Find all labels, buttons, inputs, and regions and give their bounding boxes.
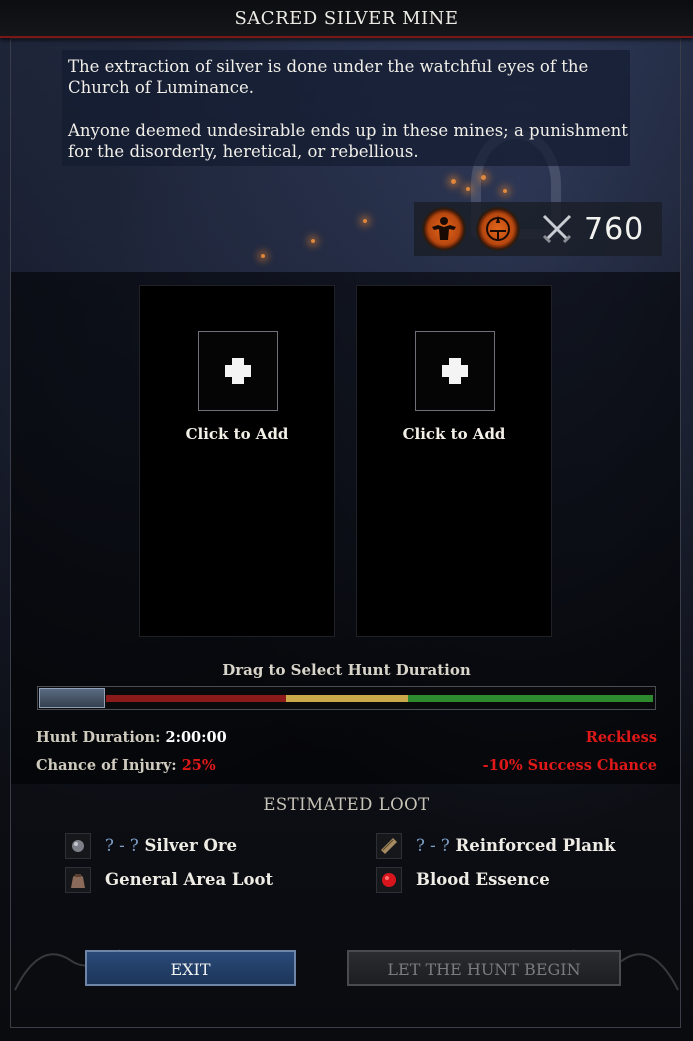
crossed-swords-icon — [538, 210, 576, 248]
description-paragraph-1: The extraction of silver is done under t… — [68, 57, 589, 97]
window-title: SACRED SILVER MINE — [234, 8, 459, 29]
sun-emblem-icon — [478, 209, 518, 249]
slot-label: Click to Add — [402, 425, 506, 443]
loot-quantity: ? - ? — [105, 836, 139, 855]
strength-figure-icon — [424, 209, 464, 249]
title-bar: SACRED SILVER MINE — [0, 0, 693, 38]
servant-slot-1[interactable]: Click to Add — [139, 285, 335, 637]
slider-segment-moderate — [286, 695, 408, 702]
location-description: The extraction of silver is done under t… — [62, 50, 630, 166]
blood-essence-icon — [376, 867, 402, 893]
plus-icon — [442, 358, 468, 384]
loot-bag-icon — [65, 867, 91, 893]
risk-level: Reckless — [585, 729, 657, 746]
hunt-duration-value: 2:00:00 — [165, 729, 227, 746]
slider-segment-reckless — [106, 695, 286, 702]
power-requirement: 760 — [414, 202, 662, 256]
exit-button[interactable]: EXIT — [85, 950, 296, 986]
description-paragraph-2: Anyone deemed undesirable ends up in the… — [68, 121, 628, 161]
begin-hunt-button[interactable]: LET THE HUNT BEGIN — [347, 950, 621, 986]
hunt-duration-label: Hunt Duration: — [36, 729, 161, 746]
duration-instruction: Drag to Select Hunt Duration — [222, 661, 471, 679]
servant-slot-2[interactable]: Click to Add — [356, 285, 552, 637]
injury-chance-row: Chance of Injury: 25% — [36, 757, 216, 774]
loot-name: Reinforced Plank — [455, 836, 616, 855]
loot-name: Silver Ore — [144, 836, 238, 855]
hunt-duration-slider[interactable] — [37, 686, 656, 710]
slider-segment-safe — [408, 695, 653, 702]
injury-chance-label: Chance of Injury: — [36, 757, 177, 774]
silver-ore-icon — [65, 833, 91, 859]
plus-icon — [225, 358, 251, 384]
slider-handle[interactable] — [39, 688, 105, 708]
success-modifier: -10% Success Chance — [482, 757, 657, 774]
plank-icon — [376, 833, 402, 859]
add-slot-button[interactable] — [415, 331, 495, 411]
hunt-window: SACRED SILVER MINE The extraction of sil… — [0, 0, 693, 1041]
hunt-duration-row: Hunt Duration: 2:00:00 — [36, 729, 227, 746]
loot-name: Blood Essence — [416, 870, 550, 889]
loot-name: General Area Loot — [105, 870, 274, 889]
slot-label: Click to Add — [185, 425, 289, 443]
loot-quantity: ? - ? — [416, 836, 450, 855]
add-slot-button[interactable] — [198, 331, 278, 411]
estimated-loot-title: ESTIMATED LOOT — [263, 795, 430, 814]
injury-chance-value: 25% — [181, 757, 216, 774]
power-value: 760 — [584, 212, 645, 247]
